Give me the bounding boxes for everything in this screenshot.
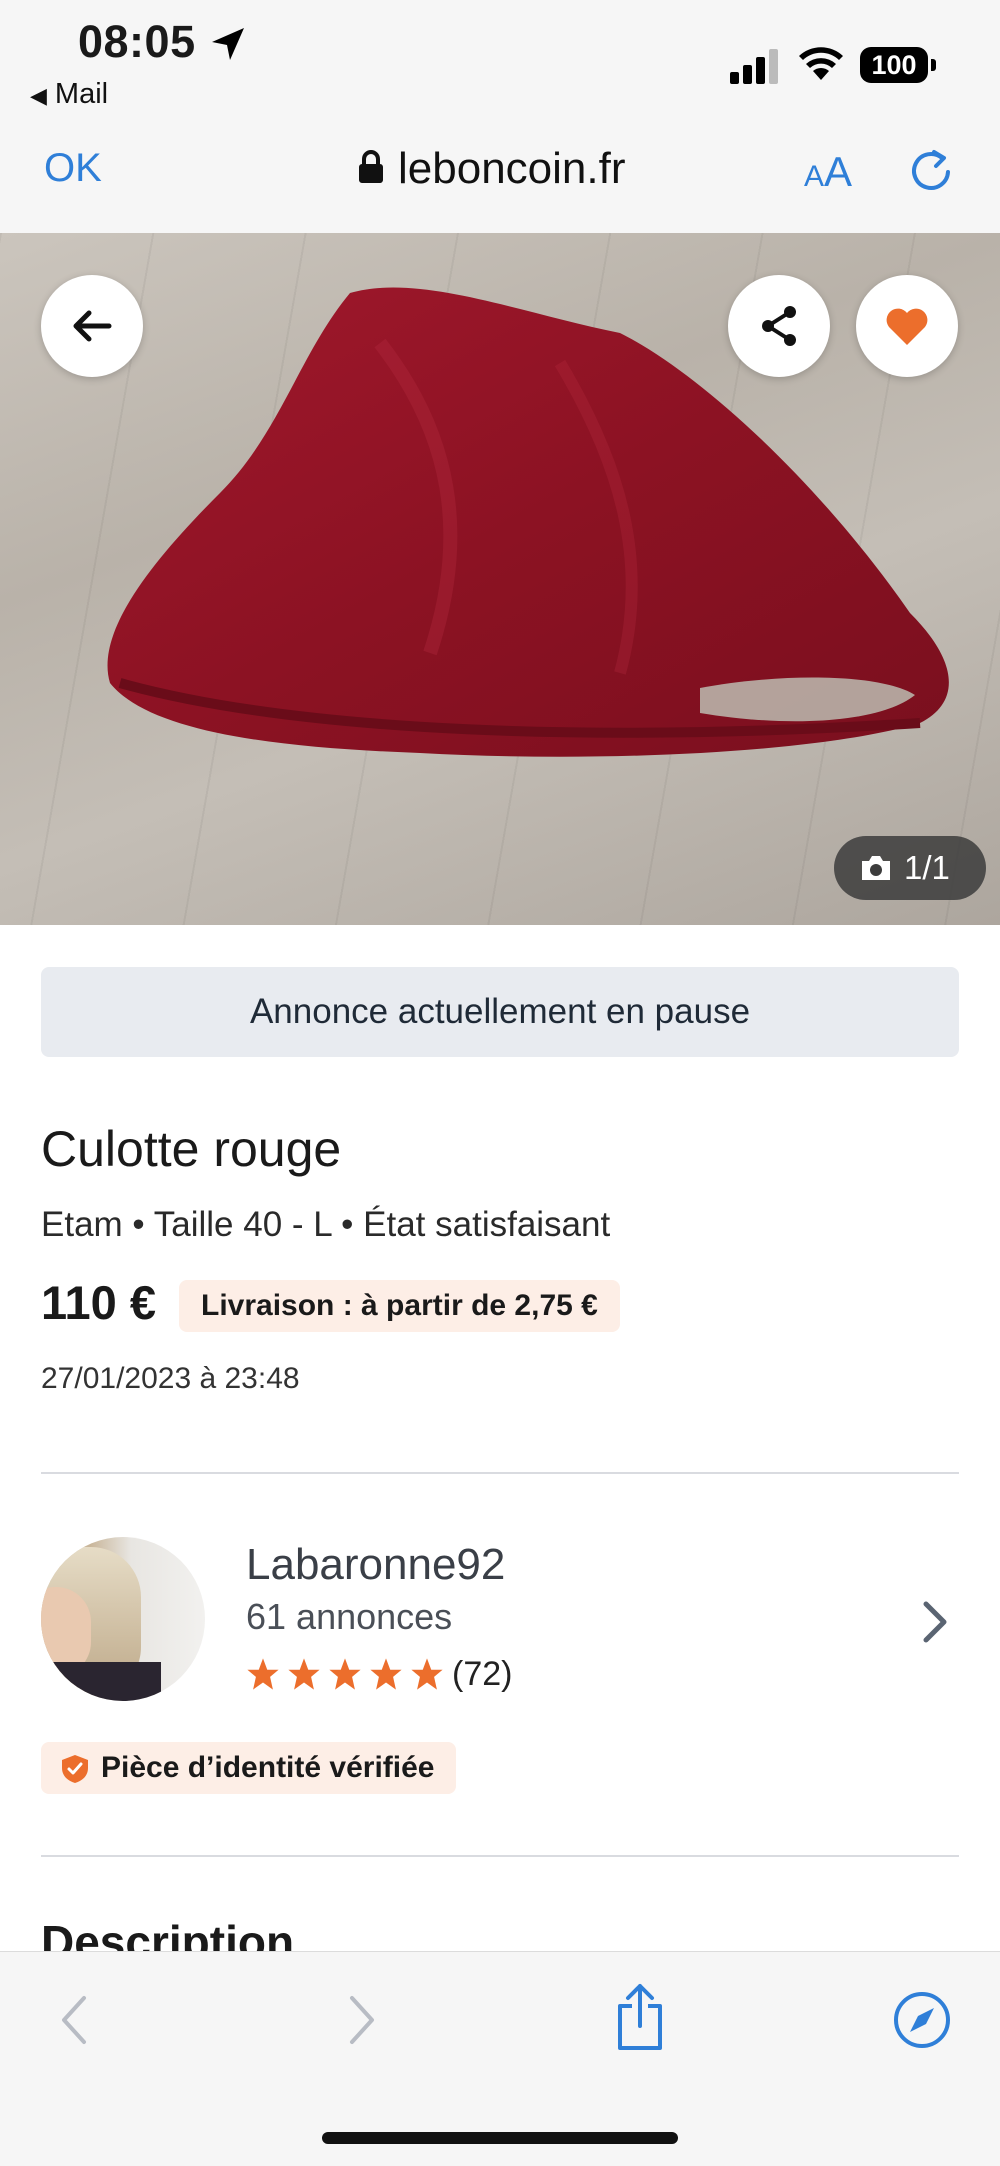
chevron-right-icon[interactable] (918, 1598, 952, 1646)
id-verified-label: Pièce d’identité vérifiée (101, 1751, 435, 1784)
text-size-small: A (804, 160, 825, 193)
back-button[interactable] (41, 275, 143, 377)
avatar[interactable] (41, 1537, 205, 1701)
product-photo[interactable]: 1/1 (0, 233, 1000, 925)
battery-indicator: 100 (860, 47, 936, 85)
battery-nub (931, 59, 936, 71)
star-icon (329, 1658, 361, 1690)
listing-specs: Etam • Taille 40 - L • État satisfaisant (41, 1205, 611, 1244)
url-field[interactable]: leboncoin.fr (358, 144, 625, 194)
rating-count: (72) (452, 1655, 513, 1693)
back-triangle-icon: ◀ (30, 83, 47, 108)
text-size-button[interactable]: AA (804, 148, 852, 196)
share-sheet-icon[interactable] (612, 1982, 668, 2052)
back-nav-icon[interactable] (56, 1992, 92, 2048)
shield-check-icon (62, 1755, 88, 1783)
delivery-badge: Livraison : à partir de 2,75 € (179, 1280, 620, 1332)
browser-toolbar (0, 1951, 1000, 2166)
clock: 08:05 (78, 16, 196, 67)
back-app-label: Mail (54, 78, 109, 110)
location-arrow-icon (212, 28, 244, 60)
home-indicator[interactable] (322, 2132, 678, 2144)
status-bar: 08:05 ◀ Mail 100 (0, 0, 1000, 120)
arrow-left-icon (73, 310, 112, 342)
compass-icon[interactable] (892, 1990, 952, 2050)
divider (41, 1472, 959, 1474)
seller-name[interactable]: Labaronne92 (246, 1540, 505, 1590)
lock-icon (359, 150, 383, 184)
forward-nav-icon[interactable] (344, 1992, 380, 2048)
pause-notice: Annonce actuellement en pause (41, 967, 959, 1057)
url-text: leboncoin.fr (398, 144, 626, 193)
listing-date: 27/01/2023 à 23:48 (41, 1362, 300, 1395)
listing-title: Culotte rouge (41, 1121, 342, 1177)
product-image (107, 287, 949, 757)
avatar-shirt (41, 1662, 161, 1701)
battery-level: 100 (860, 47, 928, 83)
photo-counter[interactable]: 1/1 (834, 836, 986, 900)
divider (41, 1855, 959, 1857)
star-icon (370, 1658, 402, 1690)
share-icon (762, 306, 796, 346)
cellular-signal-icon (730, 49, 778, 84)
id-verified-badge: Pièce d’identité vérifiée (41, 1742, 457, 1794)
wifi-icon (799, 47, 843, 80)
listing-price: 110 € (41, 1276, 157, 1329)
reload-icon[interactable] (906, 146, 956, 196)
favorite-button[interactable] (856, 275, 958, 377)
ok-button[interactable]: OK (44, 146, 102, 191)
star-rating (246, 1657, 451, 1691)
share-button[interactable] (728, 275, 830, 377)
browser-url-bar: OK leboncoin.fr AA (0, 120, 1000, 233)
star-icon (288, 1658, 320, 1690)
seller-listing-count: 61 annonces (246, 1596, 453, 1637)
heart-icon (886, 308, 928, 345)
star-icon (411, 1658, 443, 1690)
back-to-app-link[interactable]: ◀ Mail (30, 78, 108, 111)
star-icon (247, 1658, 279, 1690)
photo-counter-text: 1/1 (904, 849, 950, 886)
camera-icon (862, 856, 890, 880)
text-size-large: A (824, 148, 853, 195)
